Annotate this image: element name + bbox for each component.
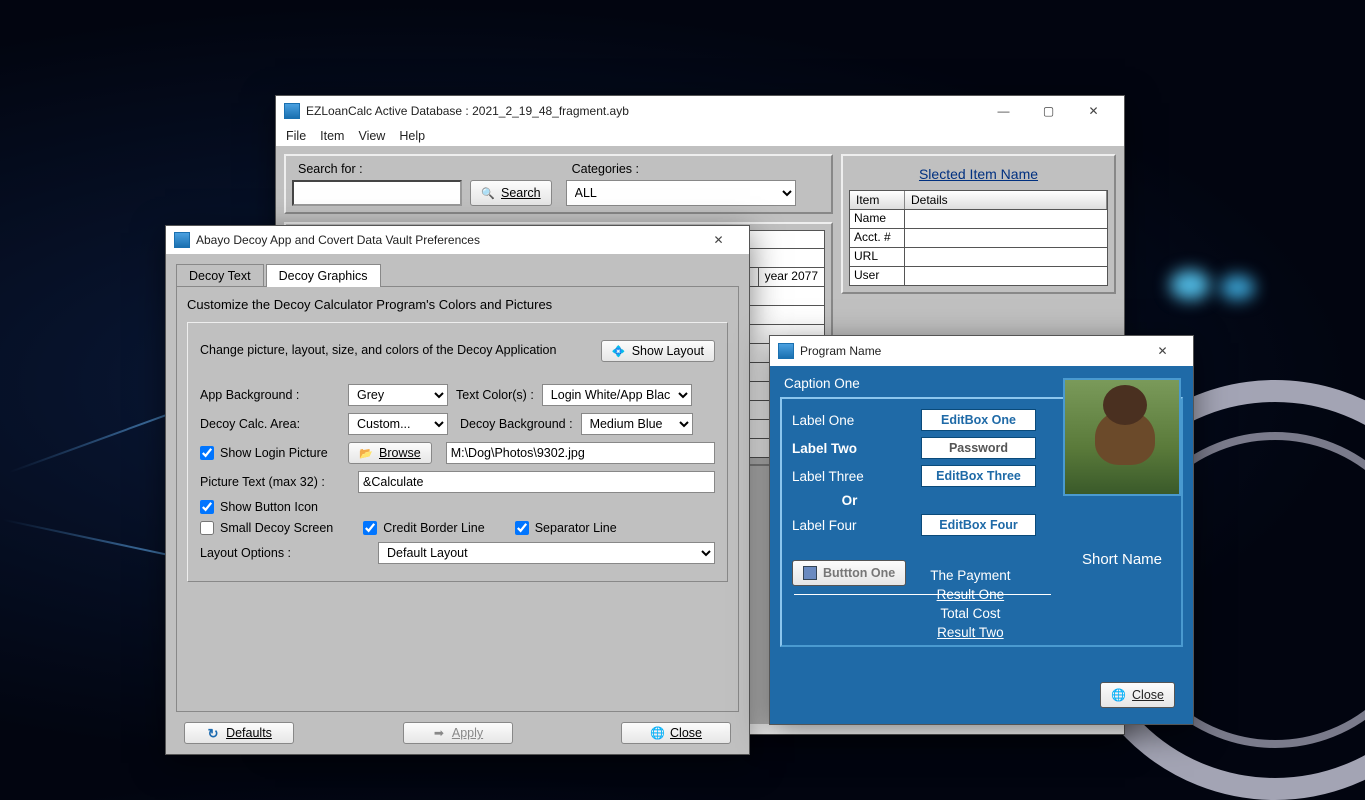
short-name: Short Name <box>1063 551 1181 568</box>
picture-text-input[interactable] <box>358 471 715 493</box>
grid-cell-year: year 2077 <box>758 268 824 286</box>
app-icon <box>284 103 300 119</box>
credit-border-checkbox[interactable]: Credit Border Line <box>363 521 484 535</box>
close-icon[interactable]: ✕ <box>696 225 741 255</box>
or-separator: Or <box>792 493 907 508</box>
search-button[interactable]: Search <box>470 180 552 206</box>
prefs-close-button[interactable]: Close <box>621 722 731 744</box>
total-cost-label: Total Cost <box>940 606 1000 621</box>
label-three: Label Three <box>792 469 907 484</box>
globe-icon <box>1111 688 1126 702</box>
prefs-titlebar[interactable]: Abayo Decoy App and Covert Data Vault Pr… <box>166 226 749 254</box>
search-icon <box>481 186 495 200</box>
payment-label: The Payment <box>930 568 1010 583</box>
login-picture <box>1063 378 1181 496</box>
close-icon[interactable]: ✕ <box>1140 336 1185 366</box>
label-two: Label Two <box>792 441 907 456</box>
layout-icon <box>612 344 626 358</box>
search-for-label: Search for : <box>298 162 552 176</box>
search-input[interactable] <box>292 180 462 206</box>
menu-bar: File Item View Help <box>276 126 1124 146</box>
calc-area-label: Decoy Calc. Area: <box>200 417 340 431</box>
menu-view[interactable]: View <box>358 129 385 143</box>
prog-titlebar[interactable]: Program Name ✕ <box>770 336 1193 366</box>
bg-light <box>1170 270 1210 300</box>
detail-row-user: User <box>850 267 905 285</box>
prog-close-button[interactable]: Close <box>1100 682 1175 708</box>
text-colors-select[interactable]: Login White/App Black <box>542 384 692 406</box>
app-background-label: App Background : <box>200 388 340 402</box>
editbox-four[interactable]: EditBox Four <box>921 514 1036 536</box>
button-one-icon <box>803 566 817 580</box>
decoy-background-select[interactable]: Medium Blue <box>581 413 693 435</box>
window-title: EZLoanCalc Active Database : 2021_2_19_4… <box>306 104 629 118</box>
close-button[interactable]: ✕ <box>1071 96 1116 126</box>
editbox-two[interactable]: Password <box>921 437 1036 459</box>
selected-item-title: Slected Item Name <box>849 162 1108 190</box>
preferences-dialog: Abayo Decoy App and Covert Data Vault Pr… <box>165 225 750 755</box>
button-one[interactable]: Buttton One <box>792 560 906 586</box>
picture-text-label: Picture Text (max 32) : <box>200 475 350 489</box>
categories-select[interactable]: ALL <box>566 180 796 206</box>
folder-icon <box>359 446 373 460</box>
prog-title: Program Name <box>800 344 881 358</box>
detail-row-name: Name <box>850 210 905 228</box>
arrow-icon <box>432 726 446 740</box>
categories-label: Categories : <box>572 162 825 176</box>
small-decoy-checkbox[interactable]: Small Decoy Screen <box>200 521 333 535</box>
defaults-button[interactable]: Defaults <box>184 722 294 744</box>
calc-area-select[interactable]: Custom... <box>348 413 448 435</box>
detail-row-url: URL <box>850 248 905 266</box>
program-name-dialog: Program Name ✕ Caption One Label One Edi… <box>769 335 1194 725</box>
prefs-title: Abayo Decoy App and Covert Data Vault Pr… <box>196 233 480 247</box>
section-title: Customize the Decoy Calculator Program's… <box>187 297 728 312</box>
result-two: Result Two <box>937 625 1004 640</box>
editbox-three[interactable]: EditBox Three <box>921 465 1036 487</box>
globe-icon <box>650 726 664 740</box>
result-one: Result One <box>937 587 1005 602</box>
picture-path-input[interactable] <box>446 442 715 464</box>
refresh-icon <box>206 726 220 740</box>
menu-item[interactable]: Item <box>320 129 344 143</box>
menu-help[interactable]: Help <box>399 129 425 143</box>
detail-row-acct: Acct. # <box>850 229 905 247</box>
change-desc: Change picture, layout, size, and colors… <box>200 342 593 360</box>
tab-decoy-graphics[interactable]: Decoy Graphics <box>266 264 381 287</box>
app-background-select[interactable]: Grey <box>348 384 448 406</box>
browse-button[interactable]: Browse <box>348 442 432 464</box>
show-layout-button[interactable]: Show Layout <box>601 340 715 362</box>
text-colors-label: Text Color(s) : <box>456 388 534 402</box>
label-four: Label Four <box>792 518 907 533</box>
maximize-button[interactable]: ▢ <box>1026 96 1071 126</box>
ezloan-titlebar[interactable]: EZLoanCalc Active Database : 2021_2_19_4… <box>276 96 1124 126</box>
app-icon <box>174 232 190 248</box>
separator-line-checkbox[interactable]: Separator Line <box>515 521 617 535</box>
editbox-one[interactable]: EditBox One <box>921 409 1036 431</box>
layout-options-label: Layout Options : <box>200 546 370 560</box>
menu-file[interactable]: File <box>286 129 306 143</box>
apply-button[interactable]: Apply <box>403 722 513 744</box>
minimize-button[interactable]: — <box>981 96 1026 126</box>
app-icon <box>778 343 794 359</box>
layout-options-select[interactable]: Default Layout <box>378 542 715 564</box>
label-one: Label One <box>792 413 907 428</box>
bg-light <box>1220 275 1255 300</box>
show-button-icon-checkbox[interactable]: Show Button Icon <box>200 500 318 514</box>
decoy-background-label: Decoy Background : <box>460 417 573 431</box>
show-login-picture-checkbox[interactable]: Show Login Picture <box>200 446 340 460</box>
tab-decoy-text[interactable]: Decoy Text <box>176 264 264 287</box>
detail-header: Item Details <box>849 190 1108 210</box>
